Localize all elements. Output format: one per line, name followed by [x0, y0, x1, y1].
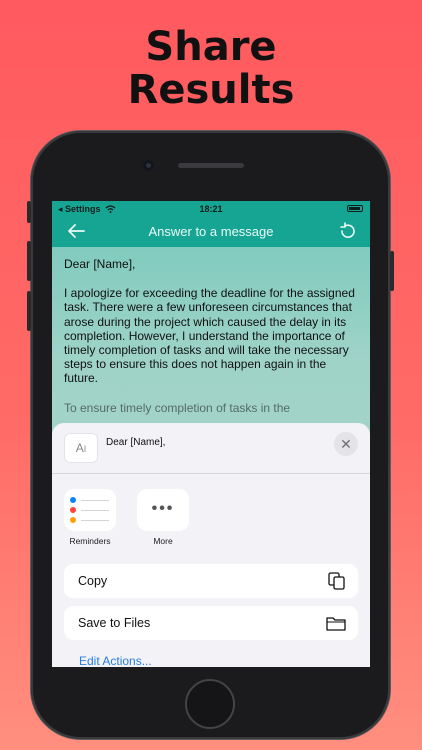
volume-down-button — [27, 291, 31, 331]
headline-line-2: Results — [127, 67, 295, 113]
edit-actions-link[interactable]: Edit Actions... — [79, 654, 152, 667]
share-app-more[interactable]: ••• More — [137, 489, 189, 546]
close-icon[interactable]: ✕ — [334, 432, 358, 456]
status-time: 18:21 — [199, 204, 223, 214]
save-to-files-label: Save to Files — [78, 616, 151, 630]
reminders-icon — [64, 489, 116, 531]
volume-up-button — [27, 241, 31, 281]
message-greeting: Dear [Name], — [64, 257, 136, 271]
share-app-reminders[interactable]: Reminders — [64, 489, 116, 546]
copy-action-label: Copy — [78, 574, 108, 588]
headline-line-1: Share — [145, 24, 277, 70]
power-button — [390, 251, 394, 291]
status-bar: ◂ Settings 18:21 — [52, 201, 370, 217]
folder-icon — [326, 617, 346, 631]
mute-switch — [27, 201, 31, 223]
share-sheet: AI Dear [Name], ✕ Reminders ••• More Cop… — [52, 423, 370, 667]
share-sheet-header: AI Dear [Name], ✕ — [52, 423, 370, 474]
share-app-label: More — [153, 536, 173, 546]
phone-screen: ◂ Settings 18:21 Answer to a message Dea — [52, 201, 370, 667]
battery-icon — [347, 205, 363, 212]
share-preview-title: Dear [Name], — [106, 437, 166, 448]
message-partial-line: To ensure timely completion of tasks in … — [64, 400, 291, 415]
more-icon: ••• — [137, 489, 189, 531]
promo-headline: Share Results — [0, 26, 422, 112]
nav-bar: Answer to a message — [52, 217, 370, 247]
front-camera — [143, 160, 154, 171]
phone-frame: ◂ Settings 18:21 Answer to a message Dea — [27, 131, 394, 739]
rotate-ccw-icon[interactable] — [338, 222, 356, 240]
message-paragraph: I apologize for exceeding the deadline f… — [64, 286, 355, 386]
earpiece-speaker — [178, 163, 244, 168]
message-body[interactable]: Dear [Name], I apologize for exceeding t… — [52, 247, 370, 437]
save-to-files-action[interactable]: Save to Files — [64, 606, 358, 640]
page-title: Answer to a message — [148, 224, 274, 239]
home-button[interactable] — [185, 679, 235, 729]
copy-action[interactable]: Copy — [64, 564, 358, 598]
share-app-label: Reminders — [69, 536, 111, 546]
copy-icon — [328, 572, 345, 590]
text-document-icon: AI — [64, 433, 98, 463]
